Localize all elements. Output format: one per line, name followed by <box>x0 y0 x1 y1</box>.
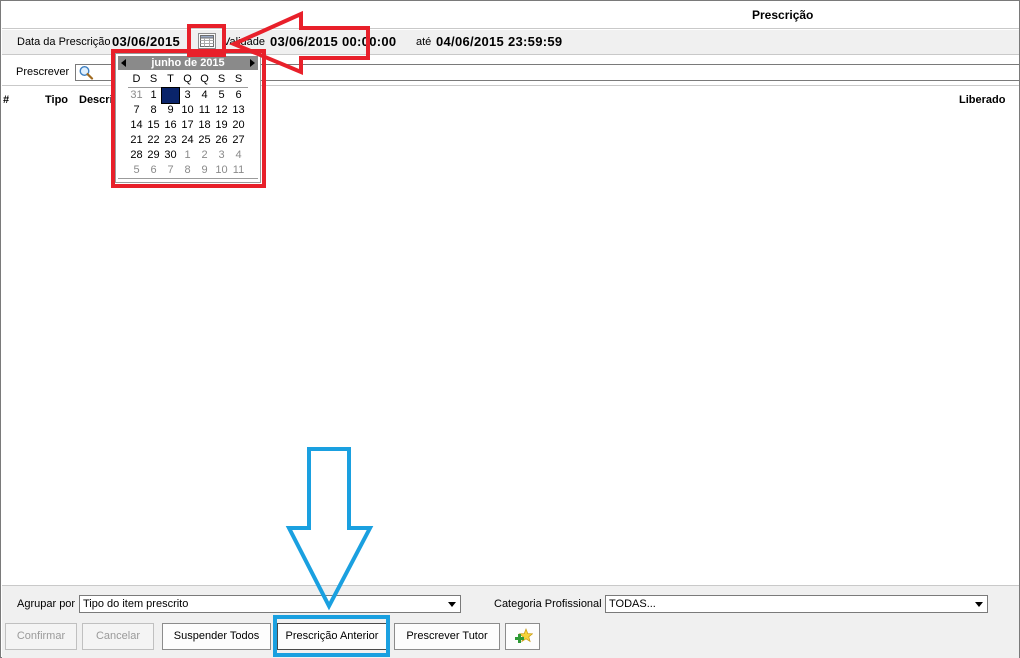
calendar-day[interactable]: 17 <box>179 118 196 133</box>
calendar-day[interactable]: 8 <box>145 103 162 118</box>
calendar-day[interactable]: 12 <box>213 103 230 118</box>
prescrever-tutor-button[interactable]: Prescrever Tutor <box>394 623 500 650</box>
calendar-day[interactable]: 16 <box>162 118 179 133</box>
calendar-day[interactable]: 1 <box>145 88 162 103</box>
calendar-day[interactable]: 2 <box>196 148 213 163</box>
chevron-down-icon <box>975 602 983 607</box>
calendar-week: 14 15 16 17 18 19 20 <box>128 118 248 133</box>
data-prescricao-value[interactable]: 03/06/2015 <box>112 34 180 49</box>
calendar-day[interactable]: 8 <box>179 163 196 178</box>
calendar-day[interactable]: 21 <box>128 133 145 148</box>
categoria-select[interactable]: TODAS... <box>605 595 988 613</box>
calendar-day[interactable]: 20 <box>230 118 247 133</box>
window-title: Prescrição <box>752 8 814 22</box>
calendar-day[interactable]: 23 <box>162 133 179 148</box>
calendar-divider <box>118 178 258 179</box>
weekday-label: D <box>132 73 141 85</box>
validade-from-value[interactable]: 03/06/2015 00:00:00 <box>270 34 396 49</box>
suspender-todos-button[interactable]: Suspender Todos <box>162 623 271 650</box>
calendar-day[interactable]: 19 <box>213 118 230 133</box>
prescription-window: Prescrição Data da Prescrição 03/06/2015… <box>0 0 1020 658</box>
chevron-down-icon <box>448 602 456 607</box>
calendar-day[interactable]: 31 <box>128 88 145 103</box>
calendar-day[interactable]: 4 <box>230 148 247 163</box>
weekday-label: Q <box>200 73 209 85</box>
agrupar-select-value: Tipo do item prescrito <box>83 598 189 610</box>
weekday-label: S <box>149 73 158 85</box>
blue-arrow-icon <box>285 447 374 611</box>
chevron-right-icon[interactable] <box>250 59 255 67</box>
calendar-day-selected[interactable]: 2 <box>161 87 180 104</box>
validade-label: Validade <box>223 36 265 48</box>
column-header-liberado[interactable]: Liberado <box>959 94 1005 106</box>
weekday-label: S <box>234 73 243 85</box>
calendar-week: 7 8 9 10 11 12 13 <box>128 103 248 118</box>
calendar-day[interactable]: 11 <box>196 103 213 118</box>
calendar-day[interactable]: 5 <box>128 163 145 178</box>
calendar-button[interactable] <box>198 33 216 49</box>
calendar-week: 21 22 23 24 25 26 27 <box>128 133 248 148</box>
calendar-day[interactable]: 7 <box>162 163 179 178</box>
calendar-day[interactable]: 3 <box>179 88 196 103</box>
calendar-day[interactable]: 26 <box>213 133 230 148</box>
calendar-month-label: junho de 2015 <box>151 57 225 69</box>
calendar-day[interactable]: 24 <box>179 133 196 148</box>
calendar-day[interactable]: 1 <box>179 148 196 163</box>
calendar-header: junho de 2015 <box>118 56 258 70</box>
validade-to-value[interactable]: 04/06/2015 23:59:59 <box>436 34 562 49</box>
magnifier-icon <box>79 65 94 80</box>
calendar-day[interactable]: 4 <box>196 88 213 103</box>
calendar-day[interactable]: 14 <box>128 118 145 133</box>
calendar-day[interactable]: 10 <box>179 103 196 118</box>
prescrever-label: Prescrever <box>16 66 70 78</box>
star-plus-icon <box>514 628 533 643</box>
calendar-day[interactable]: 7 <box>128 103 145 118</box>
agrupar-label: Agrupar por <box>17 598 76 610</box>
calendar-day[interactable]: 15 <box>145 118 162 133</box>
categoria-select-value: TODAS... <box>609 598 656 610</box>
calendar-weekdays: D S T Q Q S S <box>128 72 248 88</box>
date-picker-popup: junho de 2015 D S T Q Q S S 31 1 2 3 4 5… <box>115 53 261 183</box>
chevron-left-icon[interactable] <box>121 59 126 67</box>
weekday-label: S <box>217 73 226 85</box>
categoria-label: Categoria Profissional <box>494 598 602 610</box>
calendar-week: 28 29 30 1 2 3 4 <box>128 148 248 163</box>
agrupar-select[interactable]: Tipo do item prescrito <box>79 595 461 613</box>
column-header-tipo[interactable]: Tipo <box>45 94 68 106</box>
calendar-week: 31 1 2 3 4 5 6 <box>128 87 248 104</box>
prescricao-anterior-button[interactable]: Prescrição Anterior <box>277 623 387 650</box>
calendar-grid: D S T Q Q S S 31 1 2 3 4 5 6 7 8 9 10 11… <box>128 72 248 178</box>
calendar-day[interactable]: 18 <box>196 118 213 133</box>
calendar-day[interactable]: 10 <box>213 163 230 178</box>
calendar-day[interactable]: 3 <box>213 148 230 163</box>
calendar-icon <box>200 35 214 47</box>
data-prescricao-label: Data da Prescrição <box>17 36 111 48</box>
ate-label: até <box>416 36 432 48</box>
add-favorite-button[interactable] <box>505 623 540 650</box>
calendar-day[interactable]: 29 <box>145 148 162 163</box>
calendar-day[interactable]: 6 <box>145 163 162 178</box>
date-row: Data da Prescrição 03/06/2015 Validade 0… <box>2 30 1019 55</box>
calendar-week: 5 6 7 8 9 10 11 <box>128 163 248 178</box>
calendar-day[interactable]: 13 <box>230 103 247 118</box>
column-header-number[interactable]: # <box>3 94 9 106</box>
calendar-day[interactable]: 27 <box>230 133 247 148</box>
calendar-day[interactable]: 11 <box>230 163 247 178</box>
calendar-day[interactable]: 30 <box>162 148 179 163</box>
calendar-day[interactable]: 28 <box>128 148 145 163</box>
calendar-day[interactable]: 25 <box>196 133 213 148</box>
weekday-label: Q <box>183 73 192 85</box>
calendar-day[interactable]: 6 <box>230 88 247 103</box>
calendar-day[interactable]: 9 <box>162 103 179 118</box>
grouping-row: Agrupar por Tipo do item prescrito Categ… <box>2 585 1019 619</box>
confirmar-button[interactable]: Confirmar <box>5 623 77 650</box>
calendar-day[interactable]: 9 <box>196 163 213 178</box>
calendar-day[interactable]: 22 <box>145 133 162 148</box>
calendar-day[interactable]: 5 <box>213 88 230 103</box>
title-bar: Prescrição <box>2 2 1019 29</box>
cancelar-button[interactable]: Cancelar <box>82 623 154 650</box>
weekday-label: T <box>167 73 174 85</box>
action-bar: Confirmar Cancelar Suspender Todos Presc… <box>2 619 1019 658</box>
